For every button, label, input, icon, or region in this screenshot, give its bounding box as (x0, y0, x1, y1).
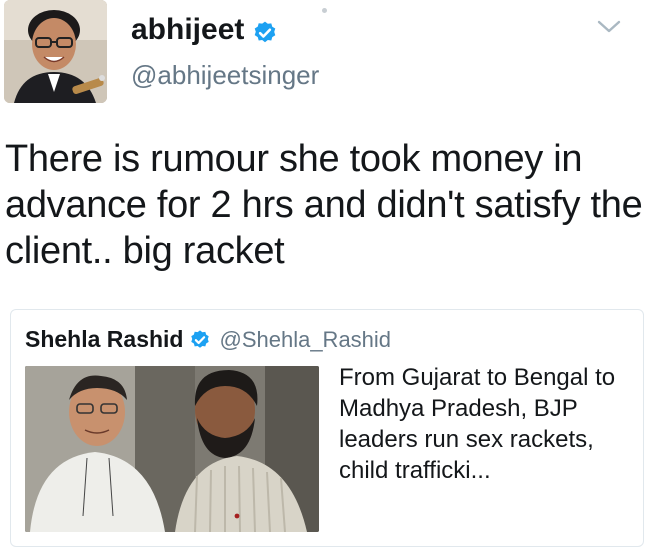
quoted-tweet-card[interactable]: Shehla Rashid @Shehla_Rashid From Gujara… (10, 309, 644, 547)
verified-badge-icon (252, 17, 278, 43)
quoted-tweet-header: Shehla Rashid @Shehla_Rashid (25, 326, 391, 353)
tweet-text: There is rumour she took money in advanc… (5, 138, 643, 272)
divider-dot (322, 8, 327, 13)
author-avatar[interactable] (4, 0, 107, 103)
chevron-down-icon[interactable] (596, 18, 622, 36)
tweet: abhijeet @abhijeetsinger There is rumour… (0, 0, 654, 555)
quoted-tweet-image[interactable] (25, 366, 319, 532)
avatar-photo (4, 0, 107, 103)
quoted-author-name[interactable]: Shehla Rashid (25, 326, 183, 353)
author-name-text[interactable]: abhijeet (131, 10, 244, 50)
quoted-tweet-text: From Gujarat to Bengal to Madhya Pradesh… (339, 364, 616, 484)
author-handle[interactable]: @abhijeetsinger (131, 58, 319, 92)
photo-two-men (25, 366, 319, 532)
verified-badge-icon (189, 329, 211, 351)
quoted-author-handle[interactable]: @Shehla_Rashid (219, 327, 391, 353)
author-name[interactable]: abhijeet (131, 10, 278, 50)
